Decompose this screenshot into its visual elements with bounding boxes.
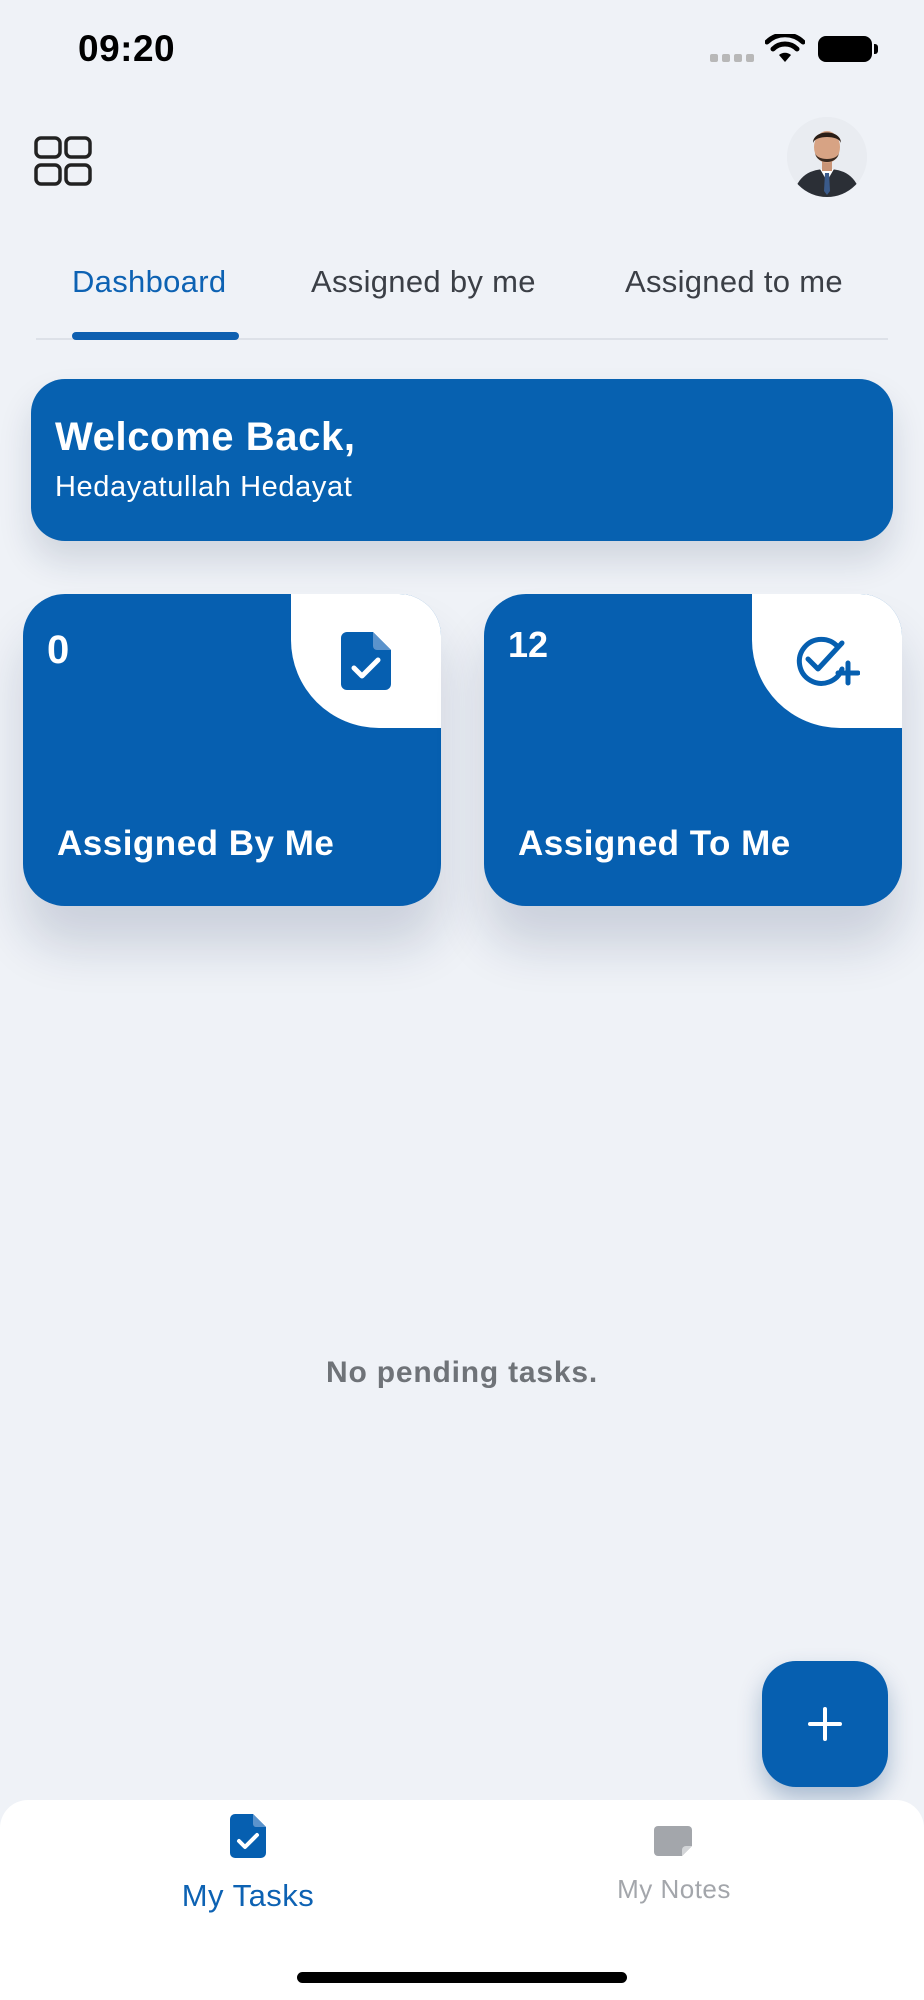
nav-my-tasks[interactable]: My Tasks xyxy=(17,1800,479,1970)
card-icon-corner xyxy=(291,594,441,728)
grid-menu-icon[interactable] xyxy=(34,136,92,186)
note-icon xyxy=(654,1826,692,1856)
status-time: 09:20 xyxy=(78,28,176,69)
signal-icon xyxy=(710,54,754,62)
assigned-by-me-count: 0 xyxy=(47,628,70,672)
circle-check-plus-icon xyxy=(796,636,860,686)
plus-icon xyxy=(808,1707,842,1741)
assigned-by-me-card[interactable]: 0 Assigned By Me xyxy=(23,594,441,906)
welcome-title: Welcome Back, xyxy=(55,415,356,459)
battery-cap xyxy=(874,44,878,54)
welcome-card: Welcome Back, Hedayatullah Hedayat xyxy=(31,379,893,541)
home-indicator xyxy=(297,1972,627,1983)
tab-bar: Dashboard Assigned by me Assigned to me xyxy=(36,258,888,340)
active-tab-indicator xyxy=(72,332,239,340)
assigned-by-me-label: Assigned By Me xyxy=(57,824,335,863)
assigned-to-me-label: Assigned To Me xyxy=(518,824,791,863)
empty-state-message: No pending tasks. xyxy=(326,1356,598,1389)
tab-dashboard[interactable]: Dashboard xyxy=(72,264,226,300)
nav-my-notes-label: My Notes xyxy=(617,1874,731,1904)
tab-assigned-by-me[interactable]: Assigned by me xyxy=(311,264,536,300)
assigned-to-me-card[interactable]: 12 Assigned To Me xyxy=(484,594,902,906)
assigned-to-me-count: 12 xyxy=(508,624,549,665)
wifi-icon xyxy=(765,34,805,62)
document-check-icon xyxy=(230,1814,266,1858)
document-check-icon xyxy=(341,632,391,690)
card-icon-corner xyxy=(752,594,902,728)
add-task-button[interactable] xyxy=(762,1661,888,1787)
nav-my-tasks-label: My Tasks xyxy=(181,1878,315,1913)
battery-icon xyxy=(818,36,872,62)
tab-assigned-to-me[interactable]: Assigned to me xyxy=(625,264,843,300)
user-name: Hedayatullah Hedayat xyxy=(55,471,353,503)
avatar-image xyxy=(787,117,867,197)
user-avatar[interactable] xyxy=(787,117,867,197)
bottom-navigation: My Tasks My Notes xyxy=(0,1800,924,2000)
nav-my-notes[interactable]: My Notes xyxy=(443,1800,905,1970)
